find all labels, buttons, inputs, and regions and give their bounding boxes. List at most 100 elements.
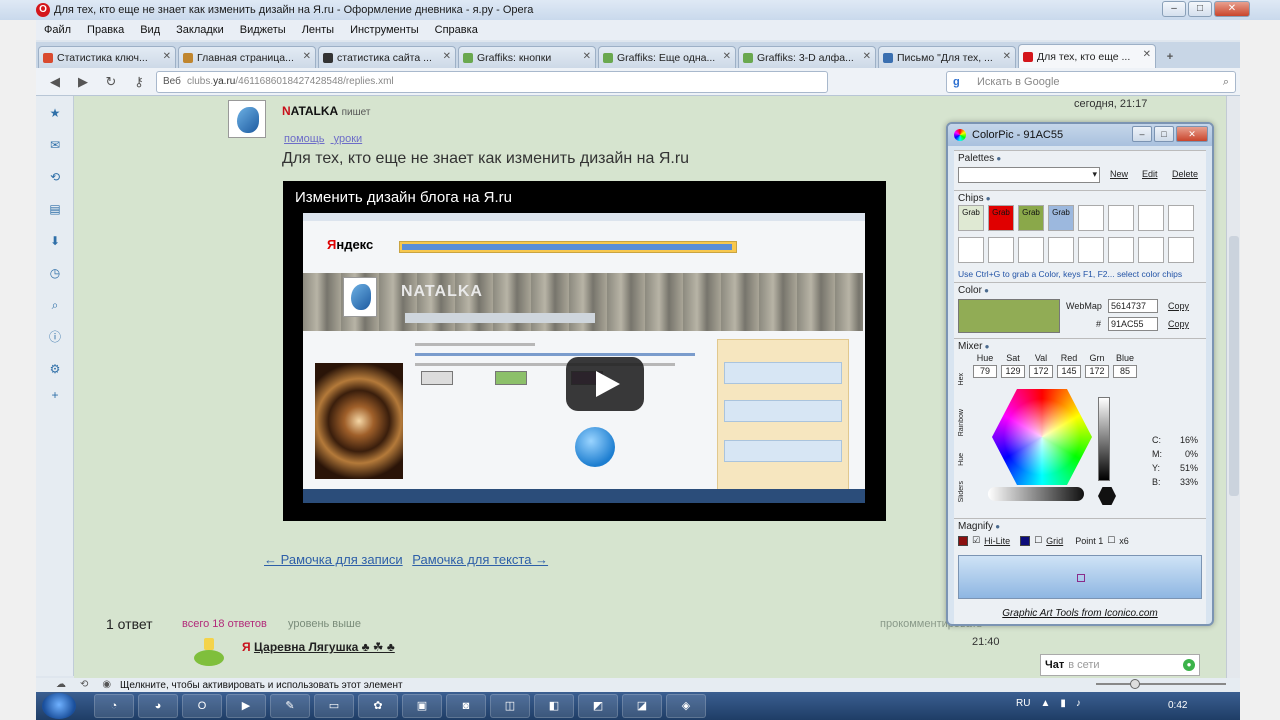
close-button[interactable]: ✕ — [1214, 1, 1250, 17]
color-chip[interactable] — [1138, 237, 1164, 263]
menu-file[interactable]: Файл — [44, 24, 71, 36]
maximize-button[interactable]: □ — [1188, 1, 1212, 17]
new-tab-icon[interactable]: + — [1162, 49, 1178, 65]
palette-edit-button[interactable]: Edit — [1142, 169, 1158, 179]
color-chip[interactable] — [1168, 205, 1194, 231]
hex-field[interactable]: 91AC55 — [1108, 317, 1158, 331]
taskbar-app-icon[interactable]: ◫ — [490, 694, 530, 718]
downloads-icon[interactable]: ⬇ — [48, 234, 62, 248]
prev-post-link[interactable]: ← Рамочка для записи — [264, 552, 403, 567]
add-panel-icon[interactable]: + — [48, 388, 62, 402]
tab-close-icon[interactable]: ✕ — [303, 51, 311, 62]
tab-close-icon[interactable]: ✕ — [1003, 51, 1011, 62]
color-chip[interactable]: Grab — [988, 205, 1014, 231]
taskbar-app-icon[interactable]: ◙ — [446, 694, 486, 718]
colorpic-title-bar[interactable]: ColorPic - 91AC55 – □ ✕ — [948, 124, 1212, 146]
taskbar-photo-icon[interactable]: ▣ — [402, 694, 442, 718]
clock[interactable]: 0:42 — [1168, 700, 1187, 711]
color-chip[interactable] — [1168, 237, 1194, 263]
menu-widgets[interactable]: Виджеты — [240, 24, 286, 36]
colorpic-window[interactable]: ColorPic - 91AC55 – □ ✕ Palettes New Edi… — [946, 122, 1214, 626]
magnify-label[interactable]: Magnify — [958, 521, 1000, 532]
search-icon[interactable]: ⌕ — [1223, 76, 1229, 89]
forward-icon[interactable]: ▶ — [72, 72, 94, 92]
color-chip[interactable] — [988, 237, 1014, 263]
palette-select[interactable] — [958, 167, 1100, 183]
taskbar-opera-icon[interactable]: O — [182, 694, 222, 718]
mixer-tab-rainbow[interactable]: Rainbow — [958, 409, 970, 436]
menu-bookmarks[interactable]: Закладки — [176, 24, 224, 36]
tag-link[interactable]: помощь — [284, 133, 325, 145]
palettes-label[interactable]: Palettes — [958, 153, 1001, 164]
tab-4[interactable]: Graffiks: кнопки ✕ — [458, 46, 596, 68]
point-checkbox[interactable]: ☐ — [1107, 535, 1115, 546]
grayscale-strip[interactable] — [988, 487, 1084, 501]
address-field[interactable]: Веб clubs. ya.ru/4611686018427428548/repl… — [156, 70, 828, 93]
reply-author[interactable]: Я Царевна Лягушка ♣ ☘ ♣ — [242, 640, 395, 654]
taskbar-firefox-icon[interactable]: ◕ — [138, 694, 178, 718]
history-icon[interactable]: ◷ — [48, 266, 62, 280]
webmap-field[interactable]: 5614737 — [1108, 299, 1158, 313]
taskbar-chrome-icon[interactable]: ◔ — [94, 694, 134, 718]
black-swatch[interactable] — [1098, 487, 1116, 505]
tab-close-icon[interactable]: ✕ — [723, 51, 731, 62]
color-chip[interactable] — [1018, 237, 1044, 263]
mixer-val-field[interactable]: 172 — [1029, 365, 1053, 378]
key-icon[interactable]: ⚷ — [128, 72, 150, 92]
color-chip[interactable]: Grab — [958, 205, 984, 231]
opera-logo-icon[interactable]: O — [36, 3, 50, 17]
copy-hex-button[interactable]: Copy — [1168, 319, 1189, 329]
mixer-tab-sliders[interactable]: Sliders — [958, 481, 970, 502]
minimize-button[interactable]: – — [1162, 1, 1186, 17]
color-chip[interactable] — [1138, 205, 1164, 231]
taskbar-colorpic-icon[interactable]: ◈ — [666, 694, 706, 718]
colorpic-close-button[interactable]: ✕ — [1176, 126, 1208, 142]
mail-icon[interactable]: ✉ — [48, 138, 62, 152]
mixer-label[interactable]: Mixer — [958, 341, 990, 352]
google-icon[interactable]: g — [953, 76, 967, 88]
back-icon[interactable]: ◀ — [44, 72, 66, 92]
taskbar-editor-icon[interactable]: ✎ — [270, 694, 310, 718]
tab-close-icon[interactable]: ✕ — [583, 51, 591, 62]
tab-close-icon[interactable]: ✕ — [163, 51, 171, 62]
color-chip[interactable] — [958, 237, 984, 263]
tab-close-icon[interactable]: ✕ — [1143, 49, 1151, 60]
tab-6[interactable]: Graffiks: 3-D алфа... ✕ — [738, 46, 876, 68]
tab-1[interactable]: Статистика ключ... ✕ — [38, 46, 176, 68]
notes-icon[interactable]: ▤ — [48, 202, 62, 216]
bookmarks-icon[interactable]: ★ — [48, 106, 62, 120]
tag-link[interactable]: уроки — [334, 133, 363, 145]
mixer-sat-field[interactable]: 129 — [1001, 365, 1025, 378]
iconico-link[interactable]: Graphic Art Tools from Iconico.com — [954, 608, 1206, 619]
author-avatar[interactable] — [228, 100, 266, 138]
taskbar-app-icon[interactable]: ◧ — [534, 694, 574, 718]
mixer-grn-field[interactable]: 172 — [1085, 365, 1109, 378]
mixer-tab-hex[interactable]: Hex — [958, 373, 970, 385]
tab-8-active[interactable]: Для тех, кто еще ... ✕ — [1018, 44, 1156, 68]
reply-avatar[interactable] — [190, 636, 226, 676]
mixer-hue-field[interactable]: 79 — [973, 365, 997, 378]
tab-2[interactable]: Главная страница... ✕ — [178, 46, 316, 68]
value-slider[interactable] — [1098, 397, 1110, 481]
taskbar-app-icon[interactable]: ◪ — [622, 694, 662, 718]
zoom-slider[interactable] — [1096, 679, 1226, 689]
chips-label[interactable]: Chips — [958, 193, 991, 204]
language-indicator[interactable]: RU — [1016, 698, 1030, 709]
unite-icon[interactable]: ☁ — [56, 679, 66, 690]
chat-widget[interactable]: Чат в сети ● — [1040, 654, 1200, 676]
post-author[interactable]: NATALKA пишет — [282, 104, 370, 118]
menu-view[interactable]: Вид — [140, 24, 160, 36]
tab-5[interactable]: Graffiks: Еще одна... ✕ — [598, 46, 736, 68]
scrollbar[interactable] — [1226, 96, 1240, 678]
reload-icon[interactable]: ↻ — [100, 72, 122, 92]
tab-7[interactable]: Письмо "Для тех, ... ✕ — [878, 46, 1016, 68]
camera-icon[interactable]: ◉ — [102, 679, 111, 690]
colorpic-minimize-button[interactable]: – — [1132, 126, 1152, 142]
taskbar-paint-icon[interactable]: ✿ — [358, 694, 398, 718]
info-icon[interactable]: ⓘ — [48, 330, 62, 344]
hilite-color-swatch[interactable] — [958, 535, 968, 546]
color-chip[interactable] — [1108, 237, 1134, 263]
feeds-icon[interactable]: ⟲ — [48, 170, 62, 184]
tab-close-icon[interactable]: ✕ — [443, 51, 451, 62]
menu-feeds[interactable]: Ленты — [302, 24, 334, 36]
